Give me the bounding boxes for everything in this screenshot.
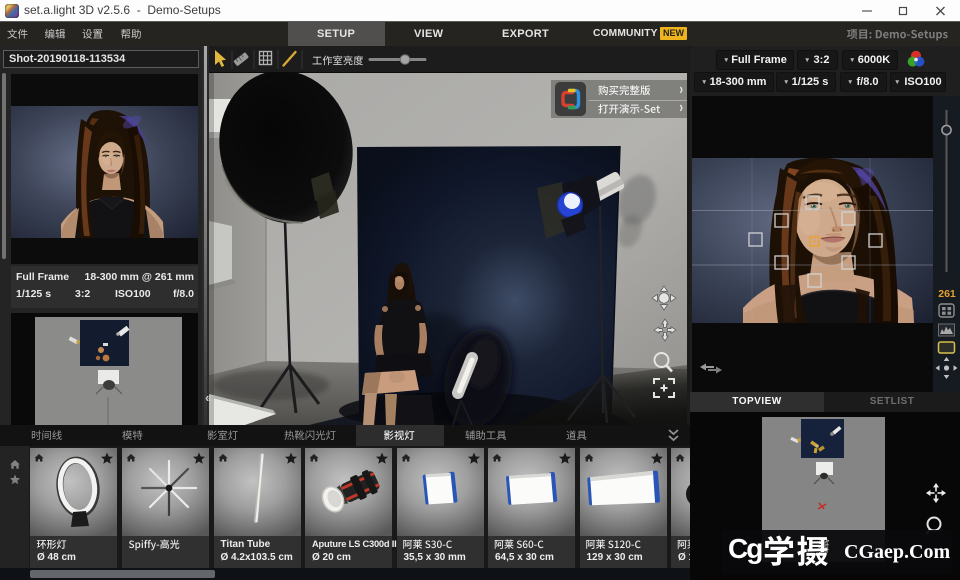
svg-text:261: 261 bbox=[938, 288, 956, 300]
